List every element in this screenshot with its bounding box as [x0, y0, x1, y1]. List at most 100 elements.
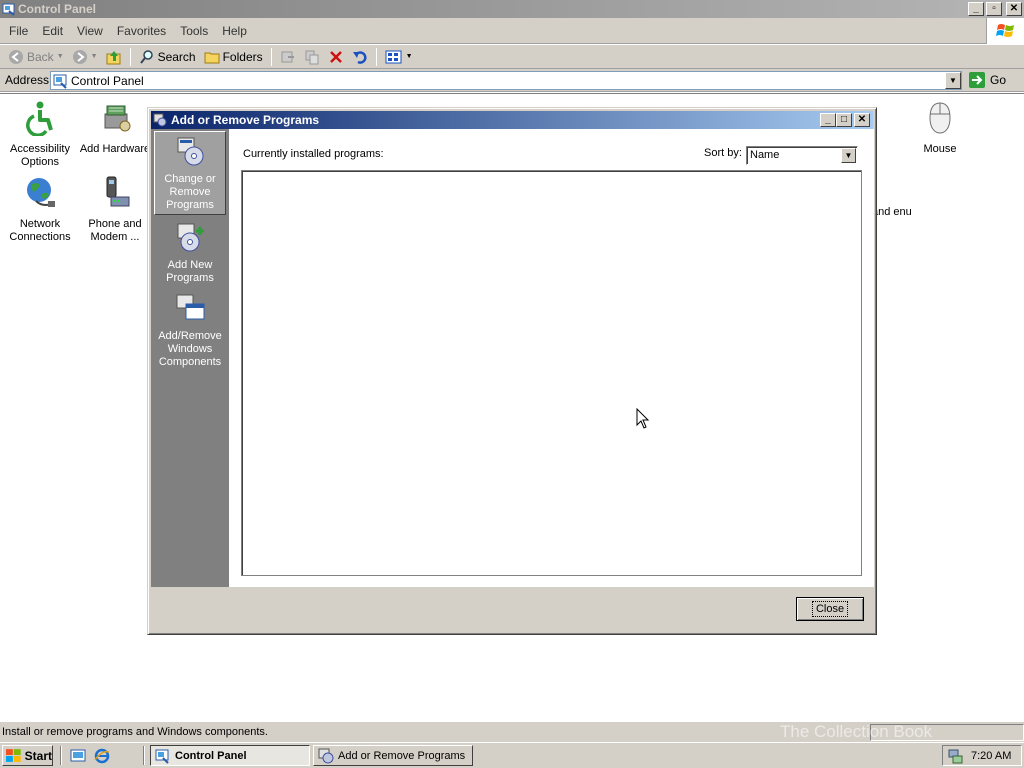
window-title: Control Panel	[18, 2, 97, 16]
cp-item-label: Mouse	[923, 143, 957, 155]
installed-programs-list[interactable]	[241, 170, 862, 576]
cp-item-mouse[interactable]: Mouse	[902, 100, 978, 156]
task-button-add-remove-programs[interactable]: Add or Remove Programs	[313, 745, 473, 766]
views-button[interactable]: ▼	[381, 49, 417, 65]
status-text: Install or remove programs and Windows c…	[2, 726, 268, 738]
task-label: Add or Remove Programs	[338, 749, 466, 762]
menu-bar: File Edit View Favorites Tools Help	[0, 18, 1024, 44]
clock[interactable]: 7:20 AM	[971, 750, 1011, 762]
dialog-maximize-button[interactable]: □	[836, 113, 852, 127]
address-input[interactable]: Control Panel ▼	[50, 71, 962, 90]
standard-toolbar: Back ▼ ▼ Search Folders ▼	[0, 45, 1024, 69]
chevron-down-icon: ▼	[90, 53, 98, 60]
restore-button[interactable]: ▫	[986, 2, 1002, 16]
search-button[interactable]: Search	[135, 49, 200, 65]
sidebar-item-label: Add/Remove Windows Components	[158, 330, 222, 368]
dialog-minimize-button[interactable]: _	[820, 113, 836, 127]
undo-icon	[352, 50, 367, 64]
menu-favorites[interactable]: Favorites	[110, 24, 173, 38]
forward-arrow-icon	[72, 49, 87, 64]
sidebar-item-change-remove[interactable]: Change or Remove Programs	[154, 131, 226, 215]
up-folder-icon	[106, 50, 121, 64]
move-to-icon	[281, 51, 294, 62]
start-button[interactable]: Start	[2, 745, 53, 766]
cp-item-label: Accessibility Options	[10, 143, 70, 168]
close-window-button[interactable]: ✕	[1006, 2, 1022, 16]
windows-components-icon	[176, 294, 205, 320]
up-button[interactable]	[102, 49, 126, 65]
taskbar: Start Control Panel Add or Remove Progra…	[0, 742, 1024, 768]
back-arrow-icon	[9, 49, 23, 64]
taskbar-start-menu-icon	[872, 184, 912, 206]
copy-to-button[interactable]	[300, 49, 324, 65]
add-remove-programs-small-icon	[318, 748, 334, 763]
menu-help[interactable]: Help	[215, 24, 254, 38]
go-button[interactable]: Go	[968, 71, 1006, 89]
menu-edit[interactable]: Edit	[35, 24, 70, 38]
quick-launch-separator	[60, 746, 62, 765]
mouse-pointer-icon	[636, 408, 650, 429]
cp-item-phone-modem[interactable]: Phone and Modem ...	[77, 175, 153, 244]
quick-launch-separator	[143, 746, 145, 765]
delete-button[interactable]	[324, 49, 348, 65]
search-icon	[139, 49, 153, 64]
move-to-button[interactable]	[276, 49, 300, 65]
views-icon	[385, 50, 402, 63]
control-panel-small-icon	[53, 74, 67, 89]
address-dropdown-button[interactable]: ▼	[945, 72, 961, 89]
show-desktop-icon[interactable]	[70, 748, 86, 764]
cp-item-accessibility[interactable]: Accessibility Options	[2, 100, 78, 169]
dialog-title: Add or Remove Programs	[171, 113, 320, 127]
cp-item-taskbar-start-menu[interactable]: and enu	[872, 184, 912, 219]
add-new-programs-icon	[177, 223, 204, 252]
close-button[interactable]: Close	[796, 597, 864, 621]
folders-label: Folders	[222, 49, 263, 64]
menu-tools[interactable]: Tools	[173, 24, 215, 38]
toolbar-separator	[375, 47, 377, 66]
accessibility-icon	[26, 101, 53, 137]
sidebar-item-add-new[interactable]: Add New Programs	[154, 221, 226, 285]
task-label: Control Panel	[175, 749, 247, 762]
menu-view[interactable]: View	[70, 24, 110, 38]
dialog-titlebar[interactable]: Add or Remove Programs _ □ ✕	[151, 111, 873, 129]
network-tray-icon[interactable]	[947, 748, 963, 764]
sort-by-label: Sort by:	[704, 147, 742, 159]
task-button-control-panel[interactable]: Control Panel	[150, 745, 310, 766]
sidebar-item-label: Add New Programs	[166, 259, 214, 284]
start-label: Start	[24, 748, 52, 763]
minimize-button[interactable]: _	[968, 2, 984, 16]
address-label: Address	[5, 73, 50, 87]
cp-item-network-connections[interactable]: Network Connections	[2, 175, 78, 244]
dialog-close-x-button[interactable]: ✕	[854, 113, 870, 127]
folder-icon	[204, 52, 220, 63]
cp-item-label: and enu	[872, 206, 912, 218]
chevron-down-icon[interactable]: ▼	[841, 148, 856, 163]
menu-file[interactable]: File	[2, 24, 35, 38]
sort-by-select[interactable]: Name ▼	[746, 146, 858, 165]
network-connections-icon	[27, 178, 55, 207]
control-panel-titlebar[interactable]: Control Panel _ ▫ ✕	[0, 0, 1024, 18]
control-panel-small-icon	[155, 749, 169, 764]
cp-item-label: Network Connections	[9, 218, 71, 243]
folders-button[interactable]: Folders	[200, 49, 267, 65]
windows-flag-icon	[6, 748, 21, 762]
copy-to-icon	[305, 50, 319, 64]
chevron-down-icon: ▼	[405, 53, 413, 60]
forward-button[interactable]: ▼	[68, 49, 102, 65]
cp-item-add-hardware[interactable]: Add Hardware	[77, 100, 153, 156]
internet-explorer-icon[interactable]	[94, 748, 110, 764]
go-label: Go	[990, 73, 1007, 87]
windows-logo-icon	[986, 18, 1024, 44]
cp-item-label: Phone and Modem ...	[88, 218, 142, 243]
back-label: Back	[27, 49, 54, 64]
chevron-down-icon: ▼	[56, 53, 64, 60]
address-value: Control Panel	[71, 73, 144, 88]
installed-programs-label: Currently installed programs:	[243, 148, 384, 160]
search-label: Search	[157, 49, 196, 64]
toolbar-separator	[129, 47, 131, 66]
back-button[interactable]: Back ▼	[4, 49, 68, 65]
delete-x-icon	[329, 50, 342, 63]
undo-button[interactable]	[348, 49, 372, 65]
cp-item-label: Add Hardware	[79, 143, 151, 155]
sidebar-item-windows-components[interactable]: Add/Remove Windows Components	[154, 292, 226, 369]
